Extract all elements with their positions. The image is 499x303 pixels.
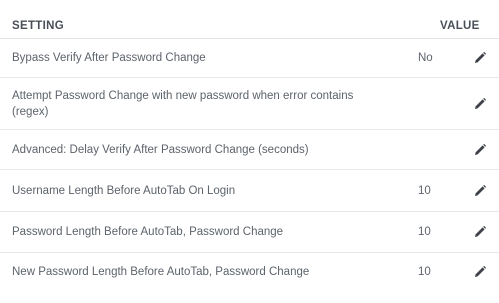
value-cell (440, 129, 499, 170)
setting-cell: Password Length Before AutoTab, Password… (0, 211, 440, 253)
setting-value: 10 (418, 184, 431, 197)
clipped-section-title (0, 0, 499, 6)
value-cell: 10 (418, 169, 499, 212)
pencil-icon (475, 143, 487, 155)
edit-button[interactable] (473, 51, 487, 65)
pencil-icon (475, 225, 487, 237)
value-cell: 10 (418, 211, 499, 253)
pencil-icon (475, 97, 487, 109)
setting-label: Bypass Verify After Password Change (12, 52, 206, 64)
edit-button[interactable] (473, 184, 487, 198)
setting-value: 10 (418, 266, 431, 278)
settings-table: SETTING VALUE Bypass Verify After Passwo… (0, 13, 499, 291)
table-row: Advanced: Delay Verify After Password Ch… (0, 129, 499, 170)
table-row: Bypass Verify After Password Change No (0, 38, 499, 78)
setting-label: Advanced: Delay Verify After Password Ch… (12, 143, 309, 156)
setting-cell: New Password Length Before AutoTab, Pass… (0, 253, 440, 292)
setting-label: Password Length Before AutoTab, Password… (12, 226, 284, 238)
pencil-icon (475, 265, 487, 277)
table-row: Password Length Before AutoTab, Password… (0, 211, 499, 253)
table-header-row: SETTING VALUE (0, 13, 499, 39)
edit-button[interactable] (473, 143, 487, 157)
setting-label: Username Length Before AutoTab On Login (12, 184, 236, 197)
setting-value: No (418, 52, 433, 64)
edit-button[interactable] (473, 97, 487, 111)
setting-cell: Advanced: Delay Verify After Password Ch… (0, 129, 440, 170)
value-column-header: VALUE (440, 13, 499, 39)
setting-cell: Username Length Before AutoTab On Login (0, 169, 440, 212)
value-cell: No (418, 38, 499, 78)
edit-button[interactable] (473, 225, 487, 239)
value-cell (440, 77, 499, 130)
pencil-icon (475, 184, 487, 196)
table-row: Attempt Password Change with new passwor… (0, 77, 499, 130)
pencil-icon (475, 51, 487, 63)
setting-column-header: SETTING (0, 13, 440, 39)
edit-button[interactable] (473, 265, 487, 279)
table-row: New Password Length Before AutoTab, Pass… (0, 253, 499, 292)
setting-cell: Bypass Verify After Password Change (0, 38, 440, 78)
setting-cell: Attempt Password Change with new passwor… (0, 77, 440, 130)
setting-label: New Password Length Before AutoTab, Pass… (12, 266, 310, 278)
setting-label: Attempt Password Change with new passwor… (12, 89, 354, 118)
value-cell: 10 (418, 253, 499, 292)
table-row: Username Length Before AutoTab On Login … (0, 169, 499, 212)
setting-value: 10 (418, 226, 431, 238)
